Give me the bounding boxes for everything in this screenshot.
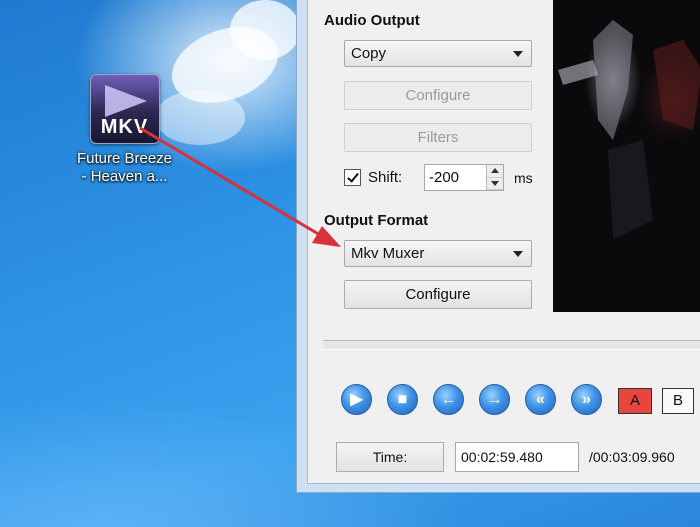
annotation-arrow-line	[139, 126, 321, 237]
annotation-arrow-head	[312, 226, 341, 247]
annotation-arrow	[139, 126, 341, 247]
